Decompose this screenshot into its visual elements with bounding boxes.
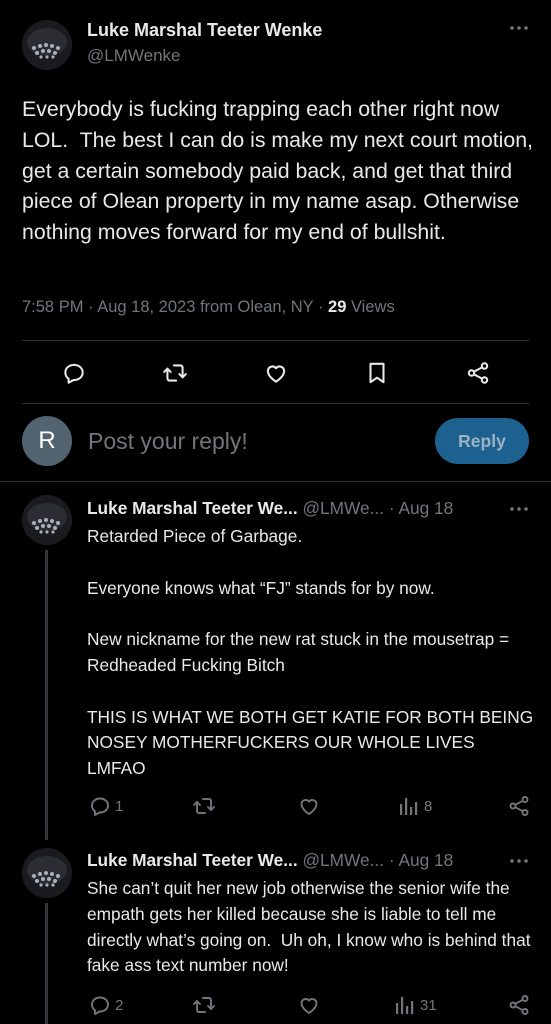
reply-date[interactable]: · Aug 18 [389,850,453,870]
tweet-text: Everybody is fucking trapping each other… [22,97,539,245]
reply-text: She can’t quit her new job otherwise the… [87,878,536,976]
like-icon[interactable] [263,360,289,386]
thread-line [45,903,48,1024]
reply-input[interactable] [88,423,408,459]
views-count: 8 [424,798,433,815]
reply-count: 1 [115,798,124,815]
tweet-timestamp[interactable]: 7:58 PM · Aug 18, 2023 from Olean, NY · [22,298,328,316]
retweet-icon[interactable] [162,360,188,386]
reply-handle[interactable]: @LMWe... [302,498,384,518]
divider [22,403,529,404]
divider [22,340,529,341]
reply-count: 2 [115,997,124,1014]
reply-text: Retarded Piece of Garbage. Everyone know… [87,526,534,779]
views-count: 31 [420,997,437,1014]
views-label: Views [346,298,395,316]
reply-author-avatar[interactable] [22,848,72,898]
views-icon[interactable] [394,994,416,1016]
views-icon[interactable] [398,795,420,817]
share-icon[interactable] [507,993,531,1017]
reply-icon[interactable] [88,794,112,818]
reply-author-avatar[interactable] [22,495,72,545]
bookmark-icon[interactable] [364,360,390,386]
retweet-icon[interactable] [192,993,216,1017]
reply-button[interactable]: Reply [435,418,529,464]
author-display-name[interactable]: Luke Marshal Teeter Wenke [87,20,322,41]
more-icon[interactable] [506,19,532,37]
share-icon[interactable] [465,360,491,386]
more-icon[interactable] [506,852,532,870]
reply-header: Luke Marshal Teeter We... @LMWe... · Aug… [87,850,453,871]
author-avatar[interactable] [22,20,72,70]
reply-date[interactable]: · Aug 18 [389,498,453,518]
views-count: 29 [328,298,347,316]
reply-display-name[interactable]: Luke Marshal Teeter We... [87,498,298,518]
author-handle[interactable]: @LMWenke [87,46,180,66]
reply-icon[interactable] [61,360,87,386]
reply-display-name[interactable]: Luke Marshal Teeter We... [87,850,298,870]
reply-handle[interactable]: @LMWe... [302,850,384,870]
thread-line [45,550,48,840]
user-avatar: R [22,416,72,466]
like-icon[interactable] [297,794,321,818]
tweet-metadata: 7:58 PM · Aug 18, 2023 from Olean, NY · … [22,298,395,317]
reply-header: Luke Marshal Teeter We... @LMWe... · Aug… [87,498,453,519]
divider [0,481,551,482]
retweet-icon[interactable] [192,794,216,818]
reply-icon[interactable] [88,993,112,1017]
share-icon[interactable] [507,794,531,818]
like-icon[interactable] [297,993,321,1017]
more-icon[interactable] [506,500,532,518]
